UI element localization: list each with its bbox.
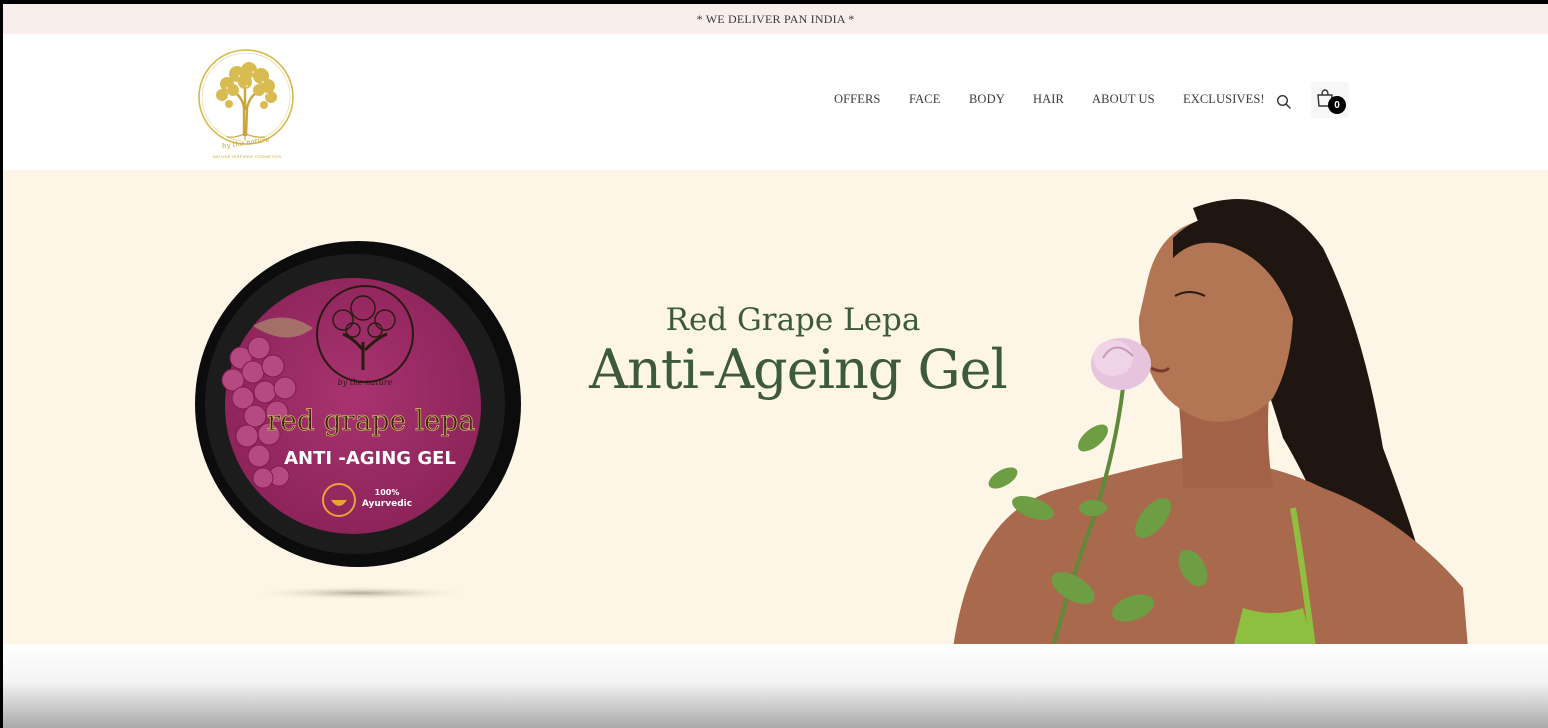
product-jar-image: by the nature red grape lepa ANTI -AGING… bbox=[195, 241, 521, 600]
svg-text:Ayurvedic: Ayurvedic bbox=[362, 499, 412, 509]
tree-logo-icon: by the nature bbox=[198, 49, 294, 151]
cart-button[interactable]: 0 bbox=[1311, 82, 1349, 118]
page-bottom-fade bbox=[3, 644, 1548, 728]
hero-banner[interactable]: by the nature red grape lepa ANTI -AGING… bbox=[3, 170, 1548, 644]
nav-hair[interactable]: HAIR bbox=[1033, 92, 1064, 107]
page-frame: * WE DELIVER PAN INDIA * by the nature N… bbox=[3, 4, 1548, 728]
nav-exclusives[interactable]: EXCLUSIVES! bbox=[1183, 92, 1265, 107]
cart-count-badge: 0 bbox=[1328, 96, 1346, 114]
nav-offers[interactable]: OFFERS bbox=[834, 92, 880, 107]
announcement-bar: * WE DELIVER PAN INDIA * bbox=[3, 4, 1548, 34]
logo-tagline: NATURE INSPIRED COSMETICS bbox=[212, 154, 282, 159]
announcement-text: * WE DELIVER PAN INDIA * bbox=[696, 11, 855, 26]
search-icon[interactable] bbox=[1276, 94, 1292, 110]
svg-text:ANTI -AGING GEL: ANTI -AGING GEL bbox=[284, 448, 456, 469]
nav-face[interactable]: FACE bbox=[909, 92, 940, 107]
nav-about-us[interactable]: ABOUT US bbox=[1092, 92, 1155, 107]
nav-body[interactable]: BODY bbox=[969, 92, 1005, 107]
svg-text:red grape lepa: red grape lepa bbox=[267, 404, 475, 437]
site-header: by the nature NATURE INSPIRED COSMETICS … bbox=[3, 34, 1548, 170]
svg-text:by the nature: by the nature bbox=[338, 378, 393, 387]
model-with-rose-image bbox=[953, 199, 1468, 644]
svg-text:by the nature: by the nature bbox=[221, 136, 269, 151]
svg-text:100%: 100% bbox=[375, 488, 400, 497]
brand-logo[interactable]: by the nature NATURE INSPIRED COSMETICS bbox=[197, 48, 297, 160]
